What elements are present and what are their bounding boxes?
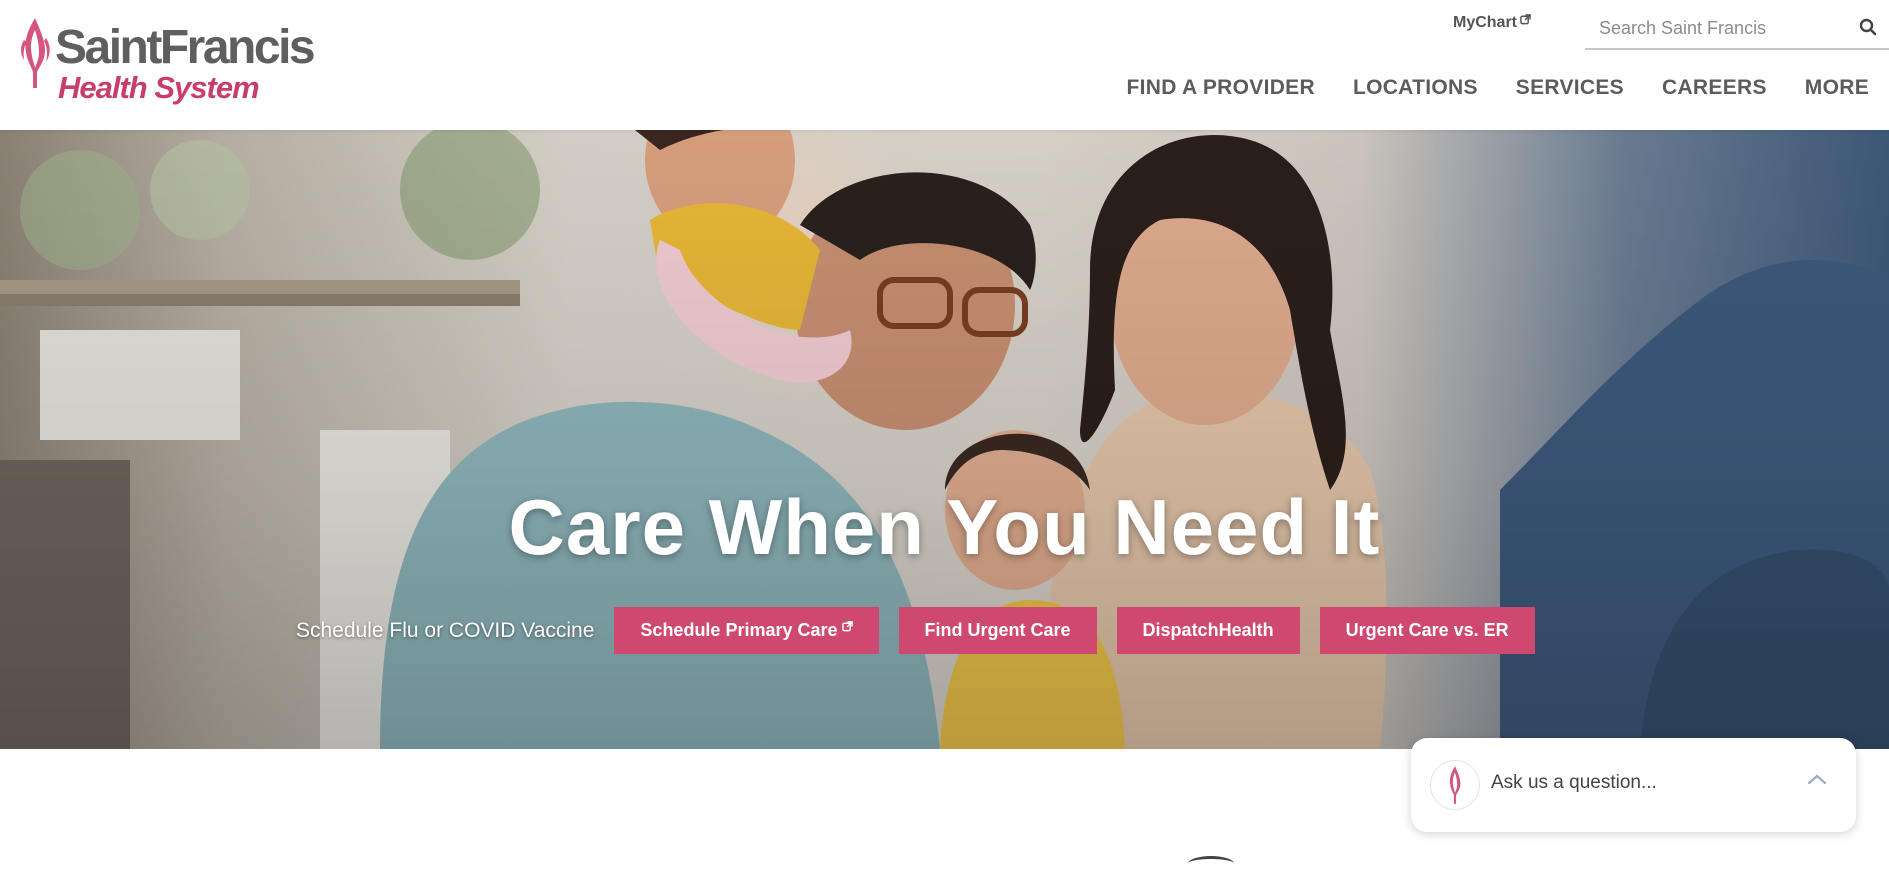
chat-prompt[interactable]: Ask us a question... <box>1491 772 1657 794</box>
schedule-primary-care-label: Schedule Primary Care <box>640 620 838 640</box>
find-urgent-care-label: Find Urgent Care <box>924 620 1071 640</box>
find-urgent-care-button[interactable]: Find Urgent Care <box>898 607 1097 654</box>
external-link-icon <box>841 621 853 632</box>
saint-francis-logo[interactable]: SaintFrancis Health System <box>18 14 316 114</box>
hero-overlay <box>0 130 1889 749</box>
urgent-care-vs-er-button[interactable]: Urgent Care vs. ER <box>1319 607 1535 654</box>
site-header: SaintFrancis Health System MyChart FIND … <box>0 0 1889 130</box>
hero-banner: Care When You Need It Schedule Flu or CO… <box>0 130 1889 749</box>
dispatchhealth-label: DispatchHealth <box>1142 620 1274 640</box>
search-box <box>1585 8 1889 50</box>
dispatchhealth-button[interactable]: DispatchHealth <box>1116 607 1300 654</box>
schedule-primary-care-button[interactable]: Schedule Primary Care <box>614 607 879 654</box>
logo-wordmark: SaintFrancis <box>55 21 316 74</box>
main-nav: FIND A PROVIDER LOCATIONS SERVICES CAREE… <box>1126 76 1869 100</box>
flame-logo-icon <box>21 18 50 88</box>
nav-more[interactable]: MORE <box>1805 76 1869 100</box>
search-input[interactable] <box>1585 16 1841 40</box>
external-link-icon <box>1520 13 1531 24</box>
nav-services[interactable]: SERVICES <box>1516 76 1624 100</box>
mychart-link[interactable]: MyChart <box>1453 13 1531 32</box>
nav-find-a-provider[interactable]: FIND A PROVIDER <box>1126 76 1314 100</box>
chevron-up-icon[interactable] <box>1806 772 1828 786</box>
flu-covid-vaccine-link[interactable]: Schedule Flu or COVID Vaccine <box>296 619 594 643</box>
urgent-care-vs-er-label: Urgent Care vs. ER <box>1345 620 1509 640</box>
flame-logo-icon <box>1449 766 1461 804</box>
search-icon[interactable] <box>1859 18 1877 36</box>
mychart-label: MyChart <box>1453 14 1518 31</box>
hero-title: Care When You Need It <box>508 483 1381 571</box>
logo-subtitle: Health System <box>58 70 260 105</box>
nav-careers[interactable]: CAREERS <box>1662 76 1767 100</box>
hero-cta-row: Schedule Flu or COVID Vaccine Schedule P… <box>296 607 1535 654</box>
chat-widget[interactable]: Ask us a question... <box>1411 738 1856 832</box>
nav-locations[interactable]: LOCATIONS <box>1353 76 1478 100</box>
chat-avatar <box>1431 761 1479 809</box>
